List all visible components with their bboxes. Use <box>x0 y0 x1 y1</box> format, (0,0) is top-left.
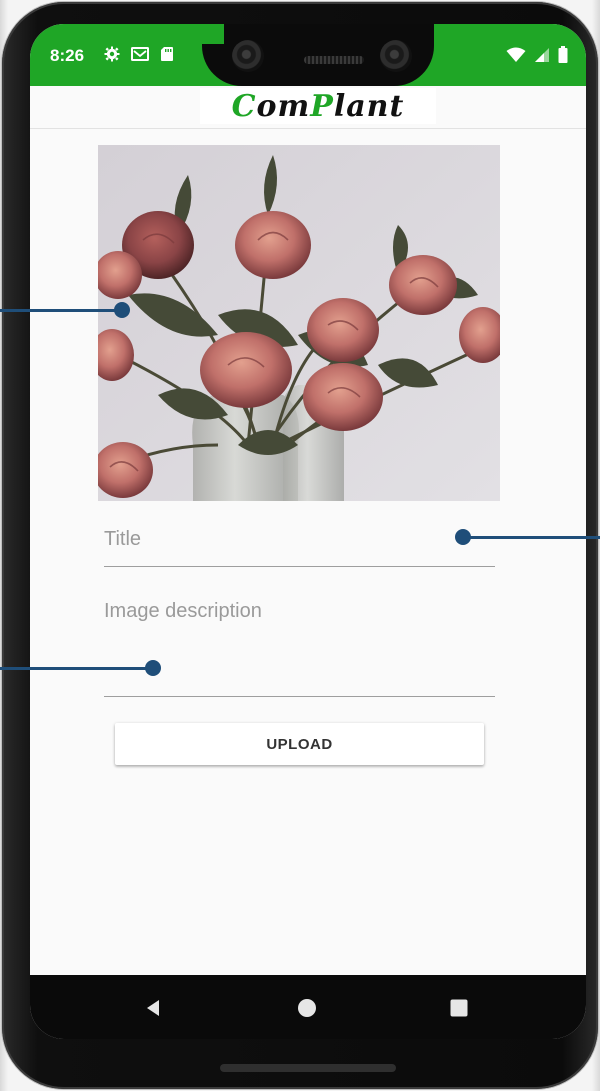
logo-letters-lant: lant <box>333 88 405 124</box>
gear-icon <box>104 46 120 62</box>
status-time: 8:26 <box>50 46 85 65</box>
callout-line-image <box>0 309 122 312</box>
callout-line-title <box>462 536 600 539</box>
phone-frame: 8:26 C om P lant Title Image description… <box>2 2 598 1089</box>
callout-line-description <box>0 667 152 670</box>
phone-notch <box>202 24 434 86</box>
front-camera-right <box>380 40 412 72</box>
logo-letter-c: C <box>231 88 257 124</box>
image-description-placeholder: Image description <box>104 600 262 622</box>
status-icons-right <box>506 46 568 63</box>
back-icon[interactable] <box>138 993 168 1023</box>
recents-icon[interactable] <box>444 993 474 1023</box>
battery-icon <box>558 46 568 63</box>
image-description-input[interactable]: Image description <box>104 596 495 697</box>
app-logo: Com Plant <box>200 88 436 124</box>
wifi-icon <box>506 47 526 63</box>
plant-photo[interactable] <box>98 145 500 501</box>
home-icon[interactable] <box>292 993 322 1023</box>
mail-icon <box>130 46 150 62</box>
earpiece-speaker <box>304 56 364 64</box>
stage: 8:26 C om P lant Title Image description… <box>0 0 600 1091</box>
upload-button[interactable]: UPLOAD <box>115 723 484 765</box>
home-indicator <box>220 1064 396 1072</box>
status-icons-left <box>104 46 174 62</box>
signal-icon <box>534 47 550 63</box>
title-input[interactable]: Title <box>104 524 495 567</box>
app-bar: Com Plant <box>30 86 586 129</box>
front-camera-left <box>232 40 264 72</box>
title-placeholder: Title <box>104 528 142 550</box>
navigation-bar <box>30 975 586 1039</box>
callout-dot-description <box>145 660 161 676</box>
phone-screen: 8:26 C om P lant Title Image description… <box>30 24 586 1039</box>
plant-photo-illustration <box>98 145 500 501</box>
logo-letter-p: P <box>310 88 334 124</box>
sd-card-icon <box>160 46 174 62</box>
callout-dot-title <box>455 529 471 545</box>
logo-letters-om: om <box>256 88 311 124</box>
callout-dot-image <box>114 302 130 318</box>
